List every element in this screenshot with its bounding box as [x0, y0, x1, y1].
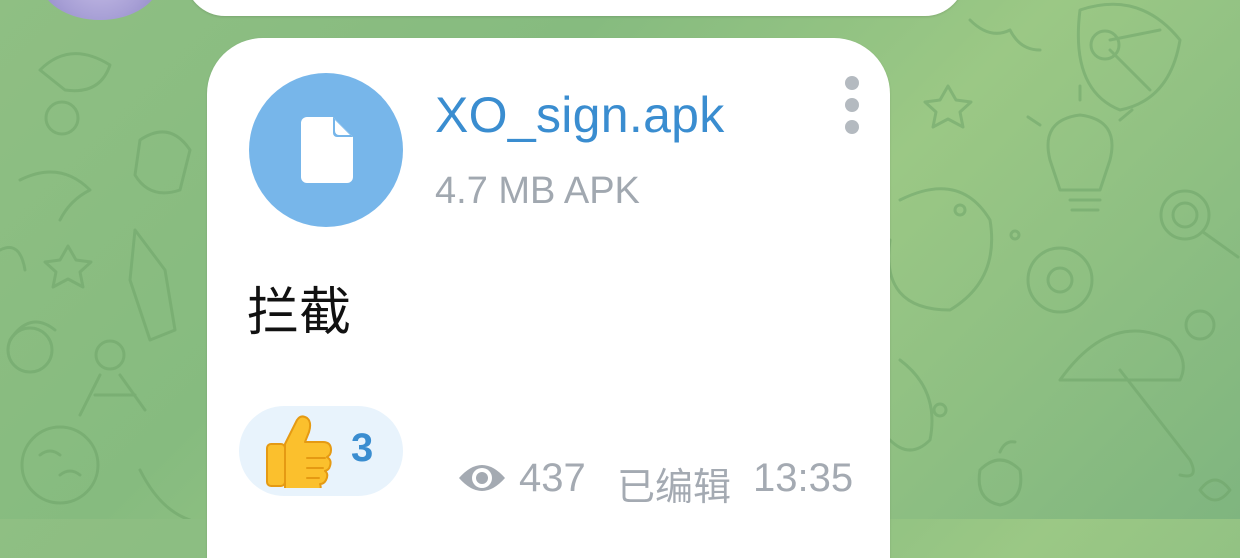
message-bubble[interactable]: XO_sign.apk 4.7 MB APK 拦截 3 437 已编辑 13:3…	[207, 38, 890, 558]
reaction-count: 3	[351, 426, 374, 470]
file-size-type: 4.7 MB APK	[435, 170, 640, 212]
reaction-chip[interactable]: 3	[239, 406, 403, 496]
previous-message-bubble	[185, 0, 965, 16]
file-name[interactable]: XO_sign.apk	[435, 86, 725, 144]
thumbs-up-emoji	[266, 415, 332, 488]
eye-icon	[459, 465, 505, 491]
message-time: 13:35	[753, 456, 854, 500]
view-count: 437	[519, 456, 586, 500]
more-vertical-icon	[845, 76, 859, 90]
more-options-button[interactable]	[835, 76, 869, 142]
message-caption: 拦截	[247, 283, 352, 343]
file-icon	[301, 117, 353, 183]
file-download-button[interactable]	[249, 73, 403, 227]
edited-label: 已编辑	[617, 465, 732, 509]
